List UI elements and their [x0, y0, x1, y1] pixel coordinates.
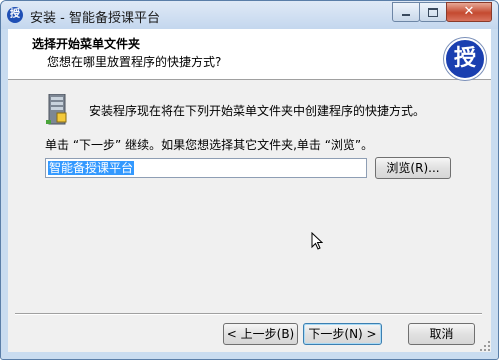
continue-text: 单击 “下一步” 继续。如果您想选择其它文件夹,单击 “浏览”。 [45, 138, 374, 152]
mouse-cursor-icon [311, 232, 323, 250]
program-folder-icon [46, 94, 67, 125]
resize-grip-icon[interactable] [479, 340, 491, 352]
wizard-header: 选择开始菜单文件夹 您想在哪里放置程序的快捷方式? 授 [8, 29, 491, 80]
divider [15, 313, 482, 315]
start-menu-folder-input[interactable]: 智能备授课平台 [45, 158, 367, 178]
close-icon: ✕ [463, 4, 475, 19]
page-title: 选择开始菜单文件夹 [32, 37, 141, 51]
instruction-text: 安装程序现在将在下列开始菜单文件夹中创建程序的快捷方式。 [89, 104, 426, 118]
back-button[interactable]: < 上一步(B) [223, 323, 298, 345]
browse-button[interactable]: 浏览(R)... [375, 157, 451, 179]
folder-input-value: 智能备授课平台 [48, 161, 135, 175]
title-bar[interactable]: 授 安装 - 智能备授课平台 ✕ [1, 1, 498, 29]
app-logo: 授 [444, 38, 486, 80]
wizard-client-area: 选择开始菜单文件夹 您想在哪里放置程序的快捷方式? 授 安装程序现在将在下列开始… [8, 29, 491, 352]
maximize-icon [428, 7, 438, 17]
minimize-icon [402, 14, 410, 16]
next-button[interactable]: 下一步(N) > [303, 323, 382, 345]
window-title: 安装 - 智能备授课平台 [30, 11, 160, 26]
caption-buttons: ✕ [392, 2, 492, 22]
maximize-button[interactable] [419, 2, 447, 22]
minimize-button[interactable] [392, 2, 420, 22]
installer-window: 授 安装 - 智能备授课平台 ✕ 选择开始菜单文件夹 您想在哪里放置程序的快捷方… [0, 0, 499, 360]
close-button[interactable]: ✕ [446, 2, 492, 22]
cancel-button[interactable]: 取消 [408, 323, 475, 345]
page-subtitle: 您想在哪里放置程序的快捷方式? [47, 55, 222, 69]
app-icon: 授 [7, 7, 23, 23]
